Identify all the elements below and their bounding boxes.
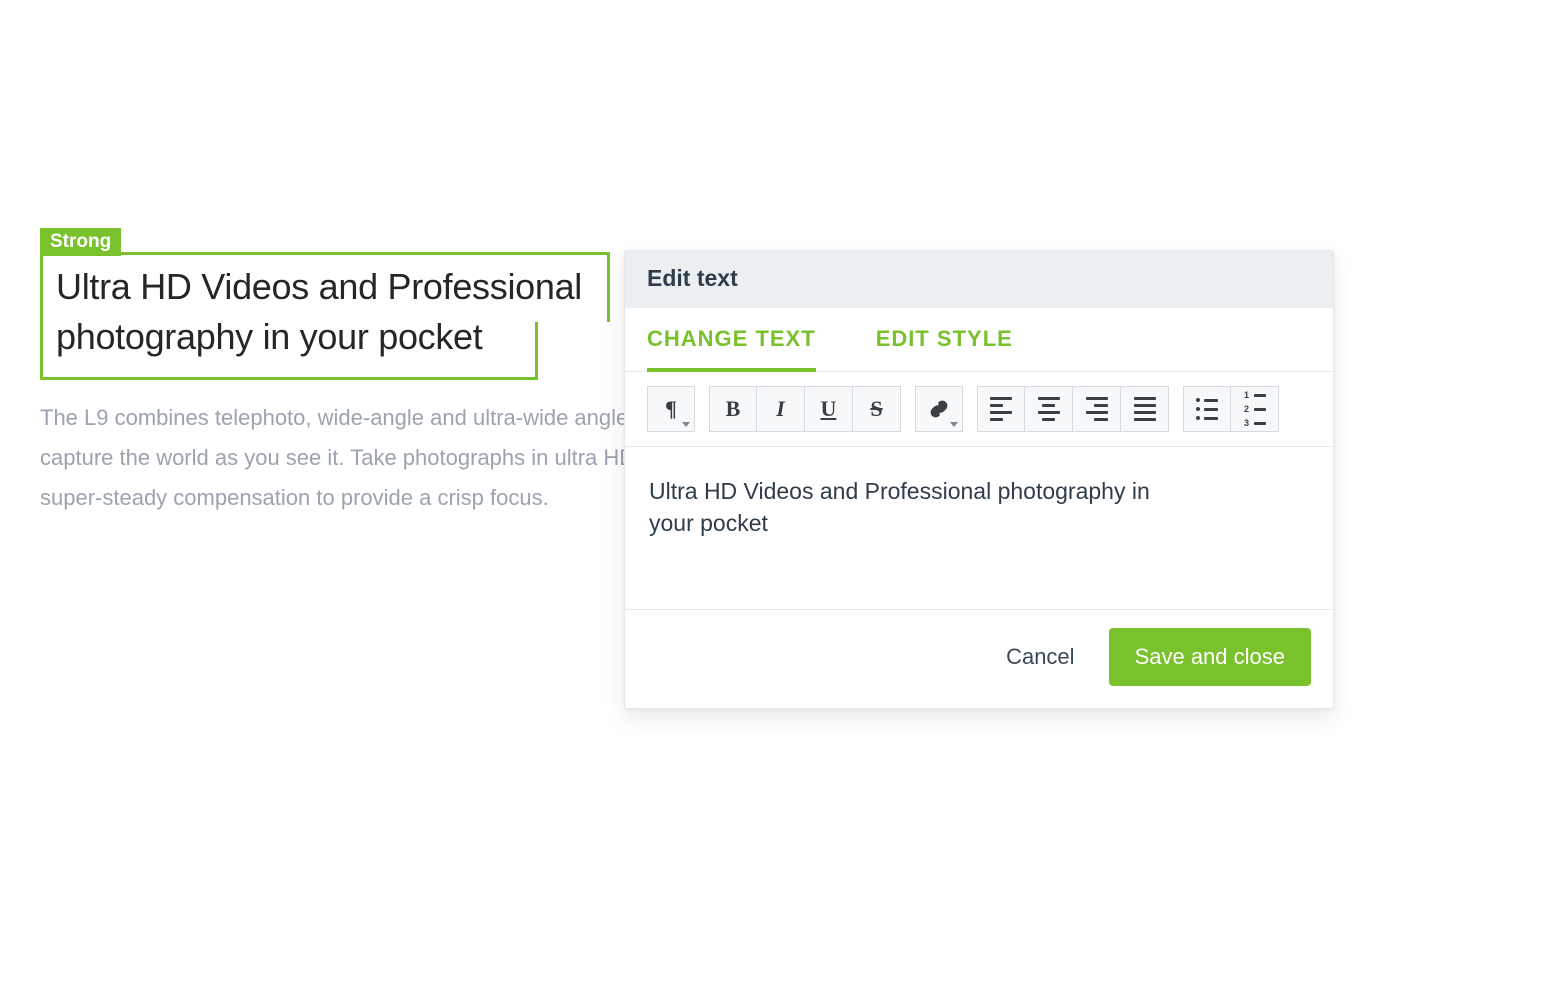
tab-edit-style[interactable]: EDIT STYLE — [876, 326, 1013, 371]
popover-tabs: CHANGE TEXT EDIT STYLE — [625, 308, 1333, 372]
heading-text[interactable]: Ultra HD Videos and Professional photogr… — [56, 262, 616, 362]
editor-body[interactable]: Ultra HD Videos and Professional photogr… — [625, 447, 1333, 609]
chevron-down-icon — [682, 422, 690, 427]
align-justify-icon — [1134, 397, 1156, 421]
bullet-list-button[interactable] — [1183, 386, 1231, 432]
popover-title: Edit text — [647, 265, 1311, 292]
save-and-close-button[interactable]: Save and close — [1109, 628, 1311, 686]
align-left-button[interactable] — [977, 386, 1025, 432]
pilcrow-icon: ¶ — [665, 398, 677, 420]
underline-icon: U — [821, 398, 837, 420]
bold-icon: B — [726, 398, 741, 420]
numbered-list-icon: 1 2 3 — [1244, 391, 1266, 428]
align-right-icon — [1086, 397, 1108, 421]
popover-header: Edit text — [625, 251, 1333, 308]
link-icon — [929, 399, 949, 419]
align-justify-button[interactable] — [1121, 386, 1169, 432]
edit-text-popover: Edit text CHANGE TEXT EDIT STYLE ¶ B I U… — [624, 250, 1334, 709]
align-right-button[interactable] — [1073, 386, 1121, 432]
editor-text[interactable]: Ultra HD Videos and Professional photogr… — [649, 475, 1189, 539]
cancel-button[interactable]: Cancel — [1000, 634, 1080, 680]
editor-toolbar: ¶ B I U S — [625, 372, 1333, 447]
italic-button[interactable]: I — [757, 386, 805, 432]
underline-button[interactable]: U — [805, 386, 853, 432]
italic-icon: I — [776, 398, 785, 420]
align-center-icon — [1038, 397, 1060, 421]
strikethrough-button[interactable]: S — [853, 386, 901, 432]
link-button[interactable] — [915, 386, 963, 432]
tab-change-text[interactable]: CHANGE TEXT — [647, 326, 816, 372]
popover-footer: Cancel Save and close — [625, 609, 1333, 708]
align-left-icon — [990, 397, 1012, 421]
paragraph-format-button[interactable]: ¶ — [647, 386, 695, 432]
bullet-list-icon — [1196, 398, 1218, 420]
align-center-button[interactable] — [1025, 386, 1073, 432]
bold-button[interactable]: B — [709, 386, 757, 432]
chevron-down-icon — [950, 422, 958, 427]
strikethrough-icon: S — [870, 398, 882, 420]
numbered-list-button[interactable]: 1 2 3 — [1231, 386, 1279, 432]
